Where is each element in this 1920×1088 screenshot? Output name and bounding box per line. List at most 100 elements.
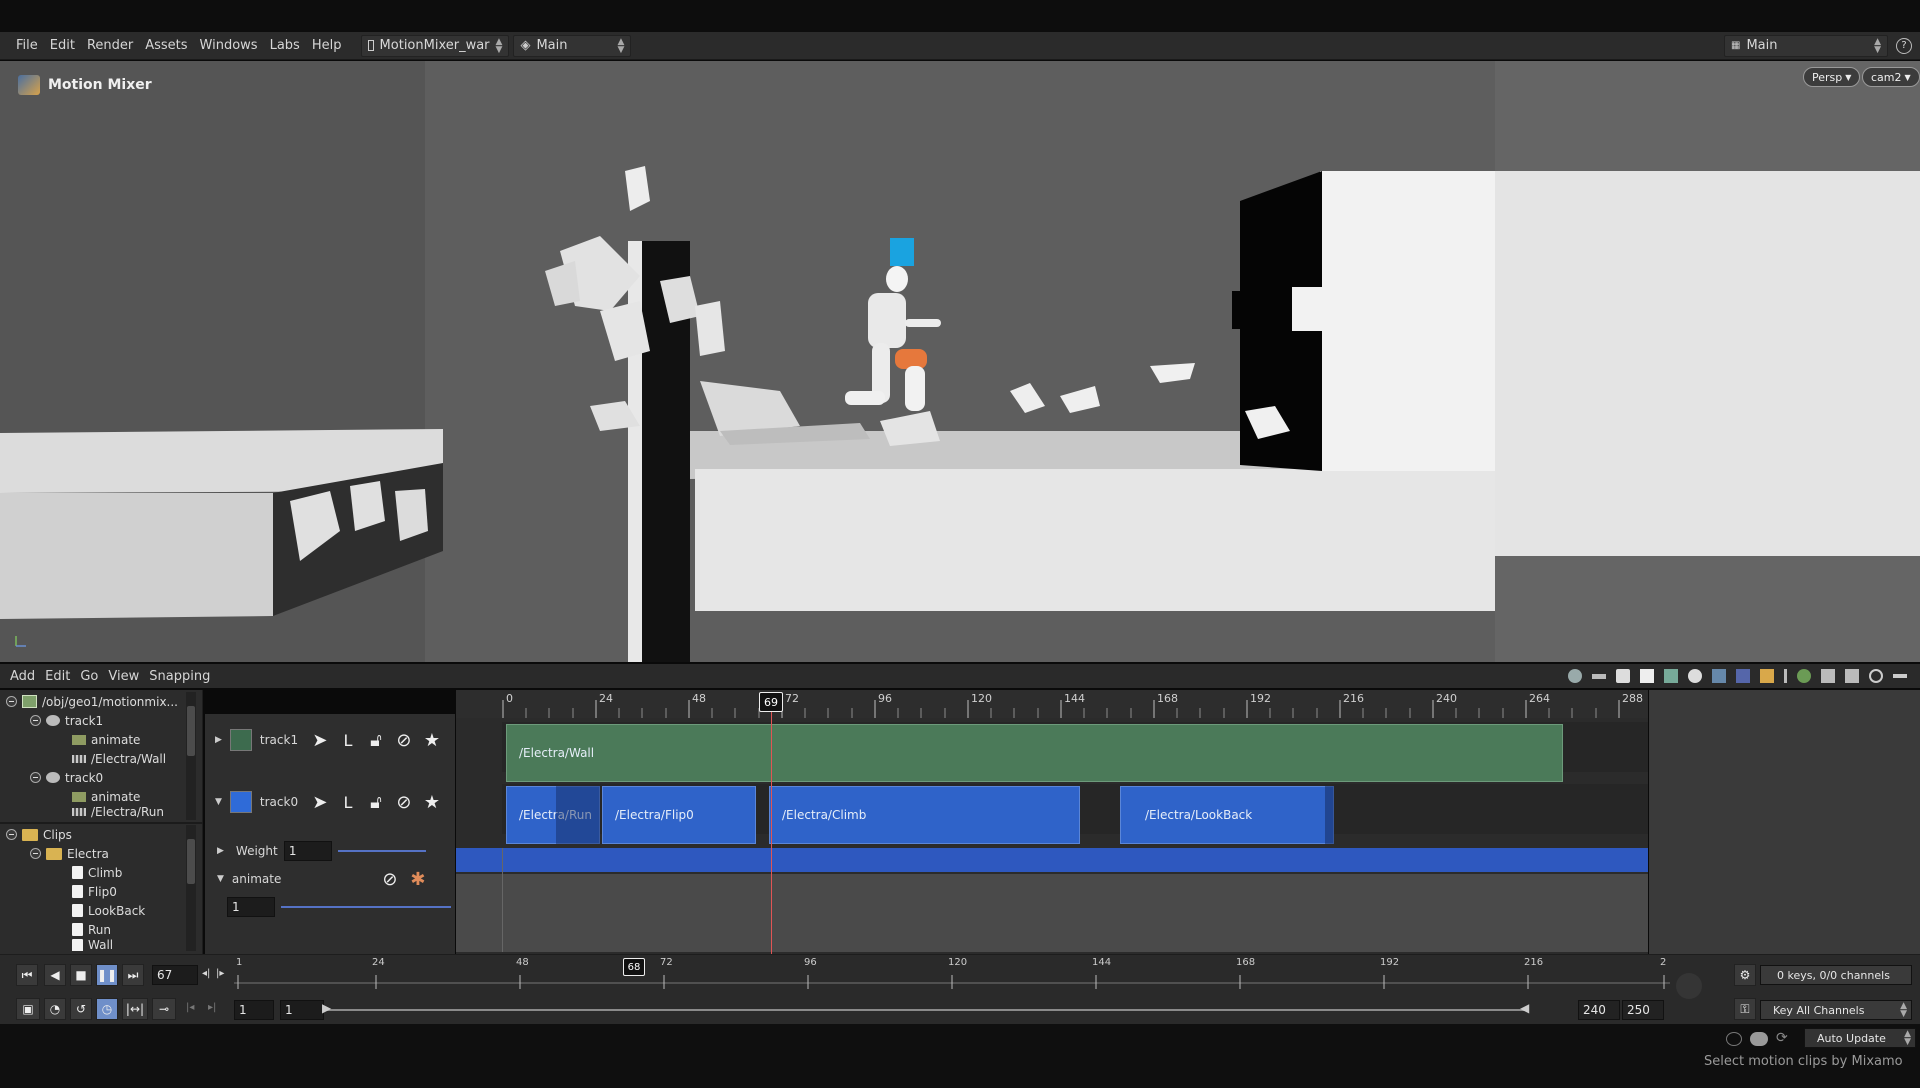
expand-icon[interactable]: ▶ <box>217 846 224 856</box>
tree-row-root[interactable]: /obj/geo1/motionmix... <box>6 692 178 711</box>
range-slider[interactable] <box>326 1009 1526 1011</box>
range-end2-input[interactable]: 250 <box>1622 1000 1664 1020</box>
track-color-swatch[interactable] <box>229 791 252 813</box>
collapse-icon[interactable] <box>6 696 17 707</box>
tree-row-track0-clip[interactable]: /Electra/Run <box>72 806 164 818</box>
key-step-button[interactable]: ⊸ <box>152 998 176 1020</box>
figure-pose-icon[interactable]: ✱ <box>408 869 428 890</box>
list-item-clip-wall[interactable]: Wall <box>72 939 113 951</box>
network-icon[interactable] <box>1726 1032 1742 1046</box>
list-item-clip-flip0[interactable]: Flip0 <box>72 882 117 901</box>
select-arrow-icon[interactable]: ➤ <box>310 730 330 751</box>
playhead-line[interactable] <box>771 712 772 954</box>
lock-l-icon[interactable]: L <box>338 730 358 750</box>
calendar-icon[interactable] <box>1664 669 1678 683</box>
clip-electra-climb[interactable]: /Electra/Climb <box>769 786 1080 844</box>
mixer-menu-view[interactable]: View <box>103 669 144 684</box>
cursor-icon[interactable] <box>1784 669 1787 683</box>
menu-help[interactable]: Help <box>306 38 348 53</box>
split-right-icon[interactable] <box>1845 669 1859 683</box>
list-item-clip-climb[interactable]: Climb <box>72 863 122 882</box>
split-left-icon[interactable] <box>1821 669 1835 683</box>
range-start-input[interactable]: 1 <box>234 1000 274 1020</box>
collapse-caret-icon[interactable]: ▼ <box>217 874 224 884</box>
step-forward-icon[interactable]: |▸ <box>216 968 224 979</box>
tree-row-track1-clip[interactable]: /Electra/Wall <box>72 749 166 768</box>
clips-scroll-thumb[interactable] <box>187 839 195 884</box>
brush-icon[interactable] <box>1616 669 1630 683</box>
menu-render[interactable]: Render <box>81 38 139 53</box>
tree-row-track1-animate[interactable]: animate <box>72 730 140 749</box>
select-arrow-icon[interactable]: ➤ <box>310 792 330 813</box>
collapse-icon[interactable] <box>30 772 41 783</box>
lock-l-icon[interactable]: L <box>338 792 358 812</box>
range-handle-left-icon[interactable]: ▶ <box>322 1001 331 1015</box>
mixer-menu-edit[interactable]: Edit <box>40 669 75 684</box>
list-item-clip-lookback[interactable]: LookBack <box>72 901 145 920</box>
help-icon[interactable]: ? <box>1896 37 1912 54</box>
lock-icon[interactable]: 🔓︎ <box>366 792 386 813</box>
menu-assets[interactable]: Assets <box>139 38 193 53</box>
step-back-icon[interactable]: ◂| <box>202 968 210 979</box>
mixer-timeline[interactable]: 0 24 48 72 96 120 144 168 192 216 240 26… <box>456 690 1648 954</box>
realtime-button[interactable]: ◷ <box>96 998 118 1020</box>
pause-button[interactable]: ❚❚ <box>96 964 118 986</box>
tree-row-electra[interactable]: Electra <box>30 844 109 863</box>
desktop-selector[interactable]: ▦ Main ▲ ▼ <box>1724 34 1888 57</box>
current-frame-marker[interactable]: 69 <box>759 692 783 712</box>
lock-icon[interactable]: 🔓︎ <box>366 730 386 751</box>
figure-icon[interactable] <box>1736 669 1750 683</box>
next-key-icon[interactable]: ▸| <box>208 1002 216 1013</box>
camera-menu[interactable]: cam2 ▼ <box>1862 67 1920 87</box>
keys-channels-display[interactable]: 0 keys, 0/0 channels <box>1760 965 1912 985</box>
tree-scroll-thumb[interactable] <box>187 706 195 756</box>
key-channels-icon[interactable]: ⚿ <box>1734 998 1756 1020</box>
pin-icon[interactable] <box>1893 674 1907 678</box>
mixer-menu-go[interactable]: Go <box>75 669 103 684</box>
loop-button[interactable]: ↺ <box>70 998 92 1020</box>
mute-icon[interactable]: ⊘ <box>394 792 414 813</box>
range-button[interactable]: |↔| <box>122 998 148 1020</box>
tree-row-clips[interactable]: Clips <box>6 825 72 844</box>
current-frame-input[interactable]: 67 <box>152 965 198 985</box>
mute-icon[interactable]: ⊘ <box>394 730 414 751</box>
list-item-clip-run[interactable]: Run <box>72 920 111 939</box>
camera-icon[interactable] <box>1568 669 1582 683</box>
prev-key-icon[interactable]: |◂ <box>186 1002 194 1013</box>
key-options-button[interactable]: ⚙ <box>1734 964 1756 986</box>
auto-update-select[interactable]: Auto Update ▲ ▼ <box>1804 1028 1916 1048</box>
range-end-input[interactable]: 240 <box>1578 1000 1620 1020</box>
weight-slider[interactable] <box>337 850 426 852</box>
playbar-frame-marker[interactable]: 68 <box>623 958 645 976</box>
range-handle-right-icon[interactable]: ◀ <box>1520 1001 1529 1015</box>
animate-value-input[interactable]: 1 <box>227 897 275 917</box>
stop-button[interactable]: ■ <box>70 964 92 986</box>
range-start2-input[interactable]: 1 <box>280 1000 324 1020</box>
track-header-track0[interactable]: ▼ track0 ➤ L 🔓︎ ⊘ ★ <box>205 788 455 816</box>
mixer-menu-add[interactable]: Add <box>5 669 40 684</box>
collapse-icon[interactable] <box>30 848 41 859</box>
menu-file[interactable]: File <box>10 38 44 53</box>
clip-electra-wall[interactable]: /Electra/Wall <box>506 724 1563 782</box>
scene-viewport[interactable]: Motion Mixer Persp ▼ cam2 ▼ <box>0 61 1920 662</box>
zoom-icon[interactable] <box>1676 973 1702 999</box>
clip-electra-flip0[interactable]: /Electra/Flip0 <box>602 786 756 844</box>
clips-scrollbar[interactable] <box>186 825 196 951</box>
sync-icon[interactable]: ⟳ <box>1776 1030 1788 1046</box>
audio-button[interactable]: ◔ <box>44 998 66 1020</box>
mixer-menu-snapping[interactable]: Snapping <box>144 669 215 684</box>
context-selector[interactable]: ◈ Main ▲ ▼ <box>513 34 632 57</box>
ruler-icon[interactable] <box>1592 673 1606 679</box>
refresh-icon[interactable] <box>1869 669 1883 683</box>
collapse-icon[interactable] <box>30 715 41 726</box>
tree-row-track0-animate[interactable]: animate <box>72 787 140 806</box>
notes-icon[interactable] <box>1640 669 1654 683</box>
track-header-track1[interactable]: ▶ track1 ➤ L 🔓︎ ⊘ ★ <box>205 726 455 754</box>
solo-star-icon[interactable]: ★ <box>422 792 442 813</box>
solo-star-icon[interactable]: ★ <box>422 730 442 751</box>
expand-icon[interactable]: ▶ <box>215 735 222 745</box>
hand-icon[interactable] <box>1760 669 1774 683</box>
animate-channel-lane[interactable] <box>456 874 1648 952</box>
collapse-caret-icon[interactable]: ▼ <box>215 797 222 807</box>
mute-icon[interactable]: ⊘ <box>380 869 400 890</box>
